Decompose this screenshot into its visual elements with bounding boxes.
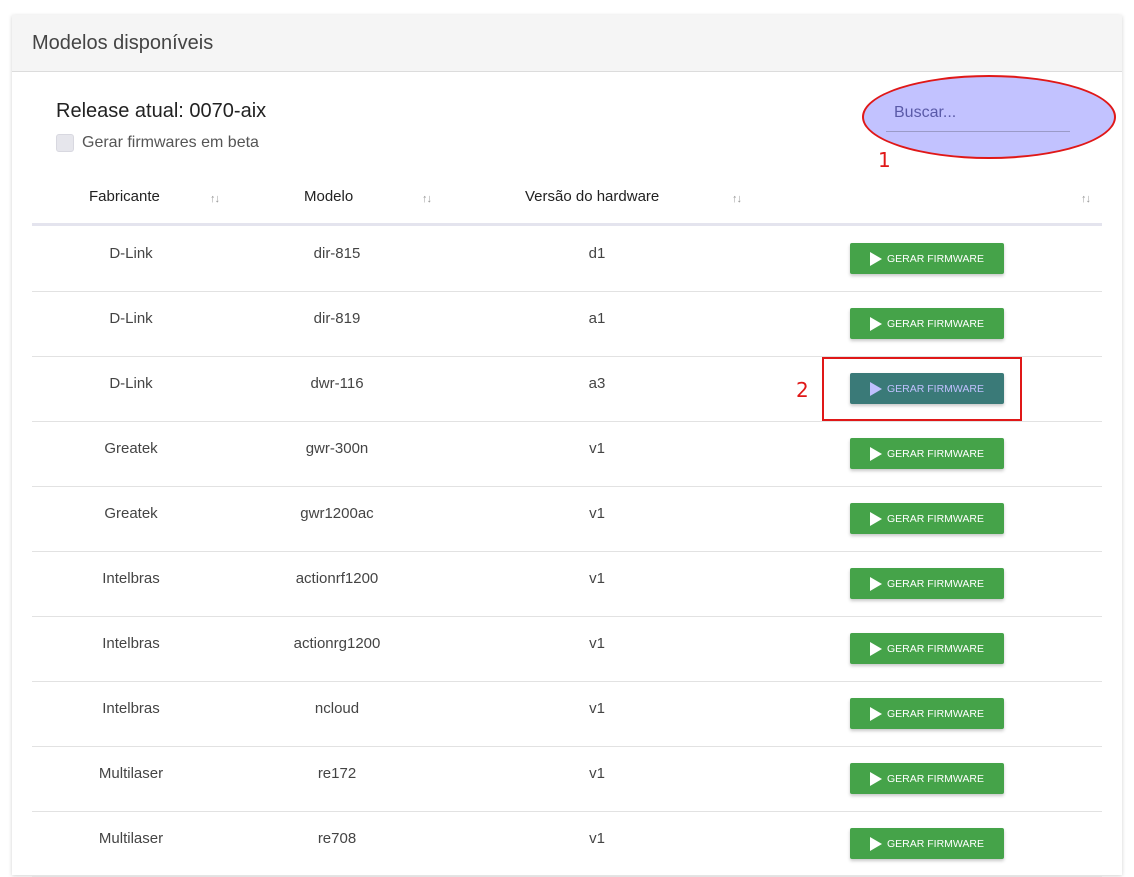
cell-modelo: ncloud [314, 700, 360, 717]
play-icon [869, 316, 882, 331]
cell-modelo: dir-815 [313, 245, 361, 262]
play-icon [869, 771, 882, 786]
cell-modelo: actionrg1200 [293, 635, 381, 652]
cell-modelo: actionrf1200 [295, 570, 379, 587]
sort-icon-actions[interactable]: ↑↓ [1081, 193, 1091, 205]
cell-fabricante: D-Link [109, 310, 153, 327]
column-header-versao[interactable]: Versão do hardware [525, 188, 659, 205]
sort-icon-modelo[interactable]: ↑↓ [422, 193, 432, 205]
cell-fabricante: Intelbras [102, 700, 160, 717]
annotation-marker-2: 2 [796, 378, 809, 402]
table-row: Greatek gwr1200ac v1 GERAR FIRMWARE [32, 487, 1102, 552]
table-row: Intelbras actionrg1200 v1 GERAR FIRMWARE [32, 617, 1102, 682]
column-header-fabricante[interactable]: Fabricante [89, 188, 160, 205]
cell-versao: v1 [589, 440, 605, 457]
cell-versao: v1 [589, 765, 605, 782]
cell-versao: v1 [589, 505, 605, 522]
generate-firmware-label: GERAR FIRMWARE [886, 512, 985, 525]
cell-fabricante: D-Link [109, 245, 153, 262]
cell-fabricante: Multilaser [98, 765, 164, 782]
card-title: Modelos disponíveis [32, 31, 214, 54]
search-input[interactable] [886, 95, 1070, 132]
cell-modelo: dwr-116 [310, 375, 364, 392]
cell-modelo: re708 [317, 830, 357, 847]
column-header-modelo[interactable]: Modelo [304, 188, 353, 205]
cell-fabricante: Intelbras [102, 635, 160, 652]
cell-versao: d1 [588, 245, 606, 262]
beta-checkbox-label: Gerar firmwares em beta [82, 134, 259, 151]
generate-firmware-button[interactable]: GERAR FIRMWARE [850, 503, 1004, 534]
generate-firmware-button[interactable]: GERAR FIRMWARE [850, 763, 1004, 794]
cell-versao: v1 [589, 635, 605, 652]
annotation-marker-1: 1 [878, 148, 891, 172]
generate-firmware-label: GERAR FIRMWARE [886, 577, 985, 590]
table-row: Greatek gwr-300n v1 GERAR FIRMWARE [32, 422, 1102, 487]
release-label: Release atual: 0070-aix [56, 100, 267, 122]
beta-checkbox-row[interactable]: Gerar firmwares em beta [56, 134, 259, 152]
generate-firmware-button[interactable]: GERAR FIRMWARE [850, 243, 1004, 274]
generate-firmware-label: GERAR FIRMWARE [886, 317, 985, 330]
cell-modelo: gwr-300n [305, 440, 369, 457]
generate-firmware-button[interactable]: GERAR FIRMWARE [850, 438, 1004, 469]
cell-fabricante: Greatek [104, 505, 158, 522]
play-icon [869, 641, 882, 656]
generate-firmware-label: GERAR FIRMWARE [886, 252, 985, 265]
cell-versao: a3 [588, 375, 606, 392]
models-card: Modelos disponíveis Release atual: 0070-… [12, 15, 1122, 877]
annotation-highlight-box [822, 357, 1022, 421]
play-icon [869, 511, 882, 526]
generate-firmware-label: GERAR FIRMWARE [886, 772, 985, 785]
table-row: Multilaser re172 v1 GERAR FIRMWARE [32, 747, 1102, 812]
cell-fabricante: D-Link [109, 375, 153, 392]
play-icon [869, 251, 882, 266]
play-icon [869, 836, 882, 851]
cell-modelo: dir-819 [313, 310, 361, 327]
generate-firmware-button[interactable]: GERAR FIRMWARE [850, 568, 1004, 599]
cell-modelo: gwr1200ac [300, 505, 374, 522]
generate-firmware-label: GERAR FIRMWARE [886, 707, 985, 720]
generate-firmware-button[interactable]: GERAR FIRMWARE [850, 633, 1004, 664]
generate-firmware-button[interactable]: GERAR FIRMWARE [850, 698, 1004, 729]
table-header: Fabricante ↑↓ Modelo ↑↓ Versão do hardwa… [32, 175, 1102, 226]
table-row: D-Link dir-819 a1 GERAR FIRMWARE [32, 292, 1102, 357]
generate-firmware-button[interactable]: GERAR FIRMWARE [850, 828, 1004, 859]
table-row: Intelbras actionrf1200 v1 GERAR FIRMWARE [32, 552, 1102, 617]
sort-icon-versao[interactable]: ↑↓ [732, 193, 742, 205]
table-row: Intelbras ncloud v1 GERAR FIRMWARE [32, 682, 1102, 747]
table-row: Multilaser re708 v1 GERAR FIRMWARE [32, 812, 1102, 877]
sort-icon-fabricante[interactable]: ↑↓ [210, 193, 220, 205]
cell-fabricante: Multilaser [98, 830, 164, 847]
generate-firmware-label: GERAR FIRMWARE [886, 837, 985, 850]
card-header: Modelos disponíveis [12, 15, 1122, 72]
generate-firmware-label: GERAR FIRMWARE [886, 447, 985, 460]
cell-modelo: re172 [317, 765, 357, 782]
generate-firmware-label: GERAR FIRMWARE [886, 642, 985, 655]
cell-versao: v1 [589, 700, 605, 717]
cell-versao: a1 [588, 310, 606, 327]
play-icon [869, 446, 882, 461]
generate-firmware-button[interactable]: GERAR FIRMWARE [850, 308, 1004, 339]
table-row: D-Link dir-815 d1 GERAR FIRMWARE [32, 227, 1102, 292]
cell-fabricante: Greatek [104, 440, 158, 457]
search-highlight-ellipse [862, 75, 1116, 159]
beta-checkbox[interactable] [56, 134, 74, 152]
play-icon [869, 706, 882, 721]
cell-versao: v1 [589, 570, 605, 587]
cell-versao: v1 [589, 830, 605, 847]
play-icon [869, 576, 882, 591]
cell-fabricante: Intelbras [102, 570, 160, 587]
